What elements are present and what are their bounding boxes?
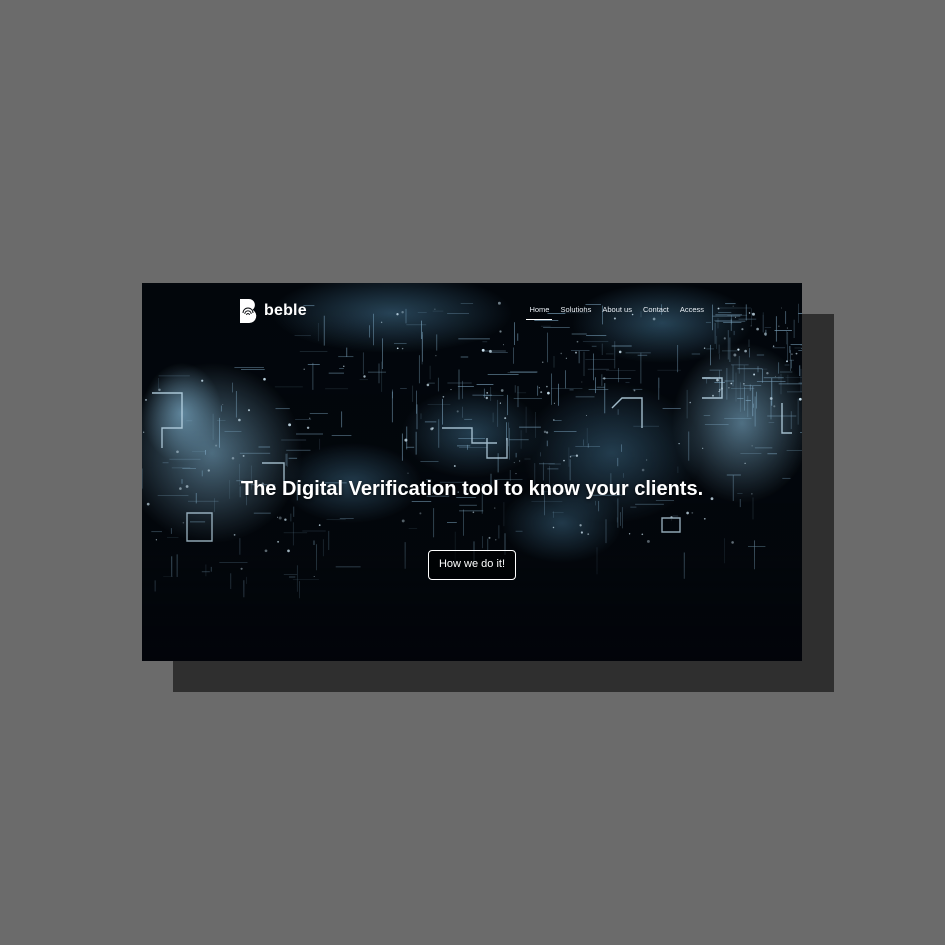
nav-item-contact[interactable]: Contact <box>643 305 669 314</box>
hero: The Digital Verification tool to know yo… <box>142 474 802 505</box>
brand-name: beble <box>264 302 307 319</box>
hero-background-network <box>142 283 802 661</box>
hero-title: The Digital Verification tool to know yo… <box>240 478 704 500</box>
navbar: beble Home Solutions About us Contact Ac… <box>142 283 802 335</box>
nav-item-home[interactable]: Home <box>526 305 553 320</box>
nav-item-about-us[interactable]: About us <box>602 305 632 314</box>
website-screenshot: beble Home Solutions About us Contact Ac… <box>142 283 802 661</box>
how-we-do-it-button[interactable]: How we do it! <box>428 550 516 580</box>
nav-item-access[interactable]: Access <box>680 305 704 314</box>
nav-item-solutions[interactable]: Solutions <box>560 305 591 314</box>
brand-logo[interactable]: beble <box>238 298 307 324</box>
main-nav: Home Solutions About us Contact Access <box>526 305 704 320</box>
b-fingerprint-logo-icon <box>238 298 260 324</box>
